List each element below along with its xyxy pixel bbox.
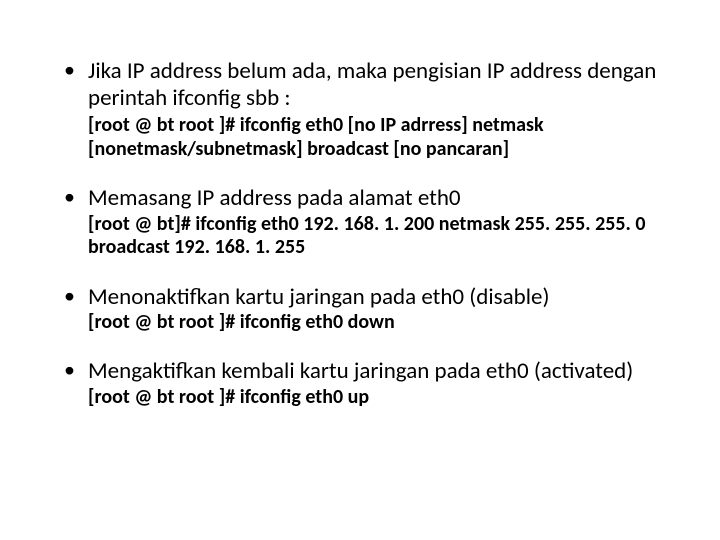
bullet-command: [root @ bt root ]# ifconfig eth0 down bbox=[88, 311, 660, 335]
list-item: Jika IP address belum ada, maka pengisia… bbox=[60, 58, 660, 161]
slide: Jika IP address belum ada, maka pengisia… bbox=[0, 0, 720, 540]
bullet-lead: Memasang IP address pada alamat eth0 bbox=[88, 185, 660, 212]
list-item: Menonaktifkan kartu jaringan pada eth0 (… bbox=[60, 284, 660, 335]
bullet-list: Jika IP address belum ada, maka pengisia… bbox=[60, 58, 660, 409]
bullet-command: [root @ bt]# ifconfig eth0 192. 168. 1. … bbox=[88, 213, 660, 260]
bullet-command: [root @ bt root ]# ifconfig eth0 [no IP … bbox=[88, 114, 660, 161]
bullet-lead: Menonaktifkan kartu jaringan pada eth0 (… bbox=[88, 284, 660, 311]
list-item: Memasang IP address pada alamat eth0 [ro… bbox=[60, 185, 660, 259]
list-item: Mengaktifkan kembali kartu jaringan pada… bbox=[60, 358, 660, 409]
bullet-lead: Mengaktifkan kembali kartu jaringan pada… bbox=[88, 358, 660, 385]
bullet-lead: Jika IP address belum ada, maka pengisia… bbox=[88, 58, 660, 112]
bullet-command: [root @ bt root ]# ifconfig eth0 up bbox=[88, 386, 660, 410]
